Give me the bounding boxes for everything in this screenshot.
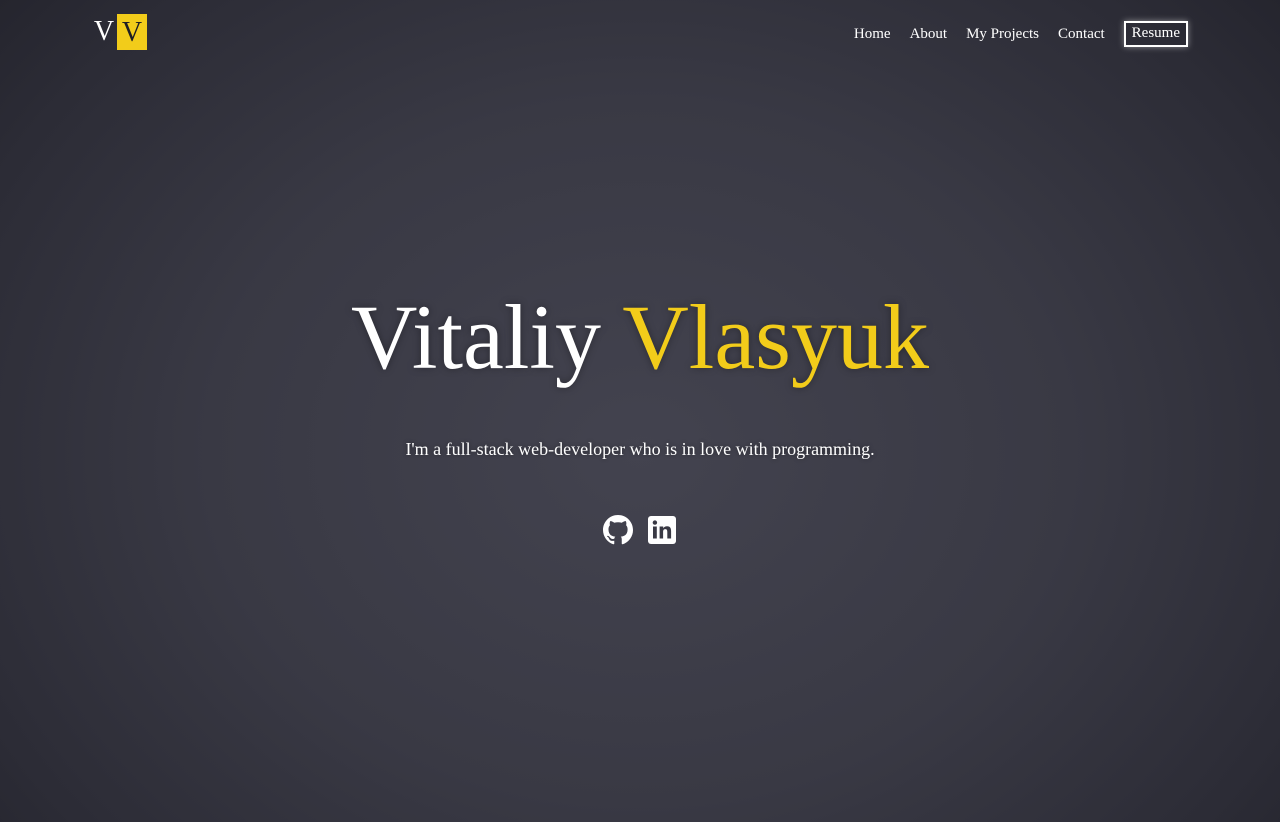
- site-header: V V Home About My Projects Contact Resum…: [0, 0, 1280, 70]
- main-nav: Home About My Projects Contact Resume: [854, 21, 1188, 47]
- nav-link-about[interactable]: About: [910, 22, 948, 47]
- nav-link-home[interactable]: Home: [854, 22, 891, 47]
- logo-first-letter: V: [93, 16, 115, 47]
- github-icon: [603, 515, 633, 545]
- hero-first-name: Vitaliy: [351, 286, 601, 388]
- logo-second-letter: V: [117, 14, 147, 50]
- nav-link-my-projects[interactable]: My Projects: [966, 22, 1039, 47]
- linkedin-icon: [648, 516, 676, 544]
- logo[interactable]: V V: [92, 14, 147, 50]
- hero-last-name: Vlasyuk: [622, 286, 929, 388]
- nav-link-contact[interactable]: Contact: [1058, 22, 1105, 47]
- linkedin-link[interactable]: [647, 515, 677, 545]
- resume-button[interactable]: Resume: [1123, 21, 1188, 47]
- social-links: [0, 515, 1280, 545]
- hero-title: Vitaliy Vlasyuk: [0, 282, 1280, 392]
- hero-tagline: I'm a full-stack web-developer who is in…: [405, 439, 875, 459]
- github-link[interactable]: [603, 515, 633, 545]
